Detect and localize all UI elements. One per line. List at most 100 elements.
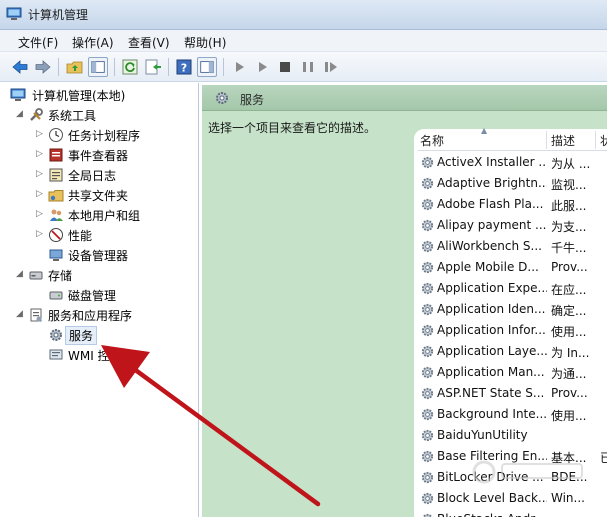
up-folder-icon[interactable] <box>65 57 85 77</box>
description-hint: 选择一个项目来查看它的描述。 <box>208 121 377 135</box>
window-title-bar: 计算机管理 <box>0 0 607 30</box>
service-row[interactable]: Application Iden... 确定... <box>418 299 607 320</box>
menu-action[interactable]: 操作(A) <box>72 34 114 51</box>
service-gear-icon <box>421 282 434 295</box>
service-name: BlueStacks Andr... <box>437 512 547 517</box>
play-icon[interactable] <box>229 57 249 77</box>
service-row[interactable]: Apple Mobile D... Prov... <box>418 257 607 278</box>
menu-bar: 文件(F) 操作(A) 查看(V) 帮助(H) <box>0 30 607 52</box>
service-name: Apple Mobile D... <box>437 260 539 274</box>
service-name: Adaptive Brightn... <box>437 176 547 190</box>
expanded-arrow-icon[interactable]: ◢ <box>16 269 26 281</box>
tree-item-system-tools[interactable]: ◢ 系统工具 <box>16 106 196 124</box>
expanded-arrow-icon[interactable]: ◢ <box>16 309 26 321</box>
menu-view[interactable]: 查看(V) <box>128 34 170 51</box>
service-description: 为通... <box>551 367 587 381</box>
tree-item-event-viewer[interactable]: ▷ 事件查看器 <box>36 146 196 164</box>
column-header-description[interactable]: 描述 <box>551 132 575 149</box>
column-header-name[interactable]: 名称 <box>420 132 444 149</box>
service-gear-icon <box>421 177 434 190</box>
service-row[interactable]: BaiduYunUtility <box>418 425 607 446</box>
tree-item-services-apps[interactable]: ◢ 服务和应用程序 <box>16 306 196 324</box>
clock-icon <box>49 128 63 142</box>
service-row[interactable]: Application Infor... 使用... <box>418 320 607 341</box>
pause-icon[interactable] <box>298 57 318 77</box>
tree-item-root[interactable]: 计算机管理(本地) <box>6 86 196 104</box>
tree-item-local-users[interactable]: ▷ 本地用户和组 <box>36 206 196 224</box>
back-arrow-icon[interactable] <box>10 57 30 77</box>
collapsed-arrow-icon[interactable]: ▷ <box>36 169 46 181</box>
service-row[interactable]: Application Man... 为通... <box>418 362 607 383</box>
tree-item-services[interactable]: 服务 <box>36 326 196 345</box>
play-alt-icon[interactable] <box>252 57 272 77</box>
service-status: 已 <box>600 451 607 465</box>
tree-item-task-scheduler[interactable]: ▷ 任务计划程序 <box>36 126 196 144</box>
service-description: 此服... <box>551 199 587 213</box>
stop-icon[interactable] <box>275 57 295 77</box>
service-name: Alipay payment ... <box>437 218 547 232</box>
service-name: ASP.NET State S... <box>437 386 545 400</box>
tree-item-shared-folders[interactable]: ▷ 共享文件夹 <box>36 186 196 204</box>
restart-icon[interactable] <box>321 57 341 77</box>
service-gear-icon <box>421 408 434 421</box>
service-row[interactable]: Application Expe... 在应... <box>418 278 607 299</box>
service-description: 监视... <box>551 178 587 192</box>
menu-file[interactable]: 文件(F) <box>18 34 58 51</box>
collapsed-arrow-icon[interactable]: ▷ <box>36 129 46 141</box>
show-hide-tree-icon[interactable] <box>88 57 108 77</box>
wmi-icon <box>49 349 63 360</box>
service-name: BaiduYunUtility <box>437 428 528 442</box>
refresh-icon[interactable] <box>120 57 140 77</box>
service-name: Application Man... <box>437 365 545 379</box>
service-row[interactable]: AliWorkbench S... 千牛... <box>418 236 607 257</box>
service-gear-icon <box>422 513 433 517</box>
collapsed-arrow-icon[interactable]: ▷ <box>36 229 46 241</box>
service-row[interactable]: ActiveX Installer ... 为从 ... <box>418 152 607 173</box>
service-gear-icon <box>421 303 434 316</box>
tree-item-device-manager[interactable]: 设备管理器 <box>36 246 196 264</box>
service-row[interactable]: Adobe Flash Pla... 此服... <box>418 194 607 215</box>
details-title: 服务 <box>240 93 265 107</box>
column-header-status[interactable]: 状 <box>600 132 607 149</box>
expanded-arrow-icon[interactable]: ◢ <box>16 109 26 121</box>
service-row[interactable]: Background Inte... 使用... <box>418 404 607 425</box>
menu-help[interactable]: 帮助(H) <box>184 34 226 51</box>
disk-icon <box>49 291 63 300</box>
service-gear-icon <box>421 450 434 463</box>
performance-icon <box>49 228 63 242</box>
tree-item-storage[interactable]: ◢ 存储 <box>16 266 196 284</box>
service-name: Application Laye... <box>437 344 547 358</box>
collapsed-arrow-icon[interactable]: ▷ <box>36 189 46 201</box>
gear-icon <box>216 92 228 104</box>
tree-item-wmi[interactable]: WMI 控件 <box>36 346 196 364</box>
show-hide-action-pane-icon[interactable] <box>197 57 217 77</box>
users-icon <box>50 209 63 221</box>
storage-icon <box>29 271 43 280</box>
collapsed-arrow-icon[interactable]: ▷ <box>36 209 46 221</box>
service-row[interactable]: Adaptive Brightn... 监视... <box>418 173 607 194</box>
service-row[interactable]: ASP.NET State S... Prov... <box>418 383 607 404</box>
service-row[interactable]: BlueStacks Andr... <box>418 509 607 517</box>
export-list-icon[interactable] <box>143 57 163 77</box>
tree-item-performance[interactable]: ▷ 性能 <box>36 226 196 244</box>
service-description: 使用... <box>551 325 587 339</box>
tree-item-disk-management[interactable]: 磁盘管理 <box>36 286 196 304</box>
service-gear-icon <box>421 492 434 505</box>
service-gear-icon <box>421 240 434 253</box>
computer-management-icon <box>10 88 26 101</box>
service-gear-icon <box>421 156 434 169</box>
watermark-logo <box>472 460 583 484</box>
service-name: Application Iden... <box>437 302 546 316</box>
toolbar: ? <box>0 52 607 82</box>
service-row[interactable]: Application Laye... 为 In... <box>418 341 607 362</box>
forward-arrow-icon[interactable] <box>33 57 53 77</box>
svg-text:?: ? <box>181 62 187 75</box>
service-description: 为从 ... <box>551 157 591 171</box>
shared-folder-icon <box>48 190 64 202</box>
help-icon[interactable]: ? <box>174 57 194 77</box>
device-manager-icon <box>49 249 63 261</box>
collapsed-arrow-icon[interactable]: ▷ <box>36 149 46 161</box>
service-description: 千牛... <box>551 241 587 255</box>
tree-item-global-log[interactable]: ▷ 全局日志 <box>36 166 196 184</box>
service-row[interactable]: Alipay payment ... 为支... <box>418 215 607 236</box>
